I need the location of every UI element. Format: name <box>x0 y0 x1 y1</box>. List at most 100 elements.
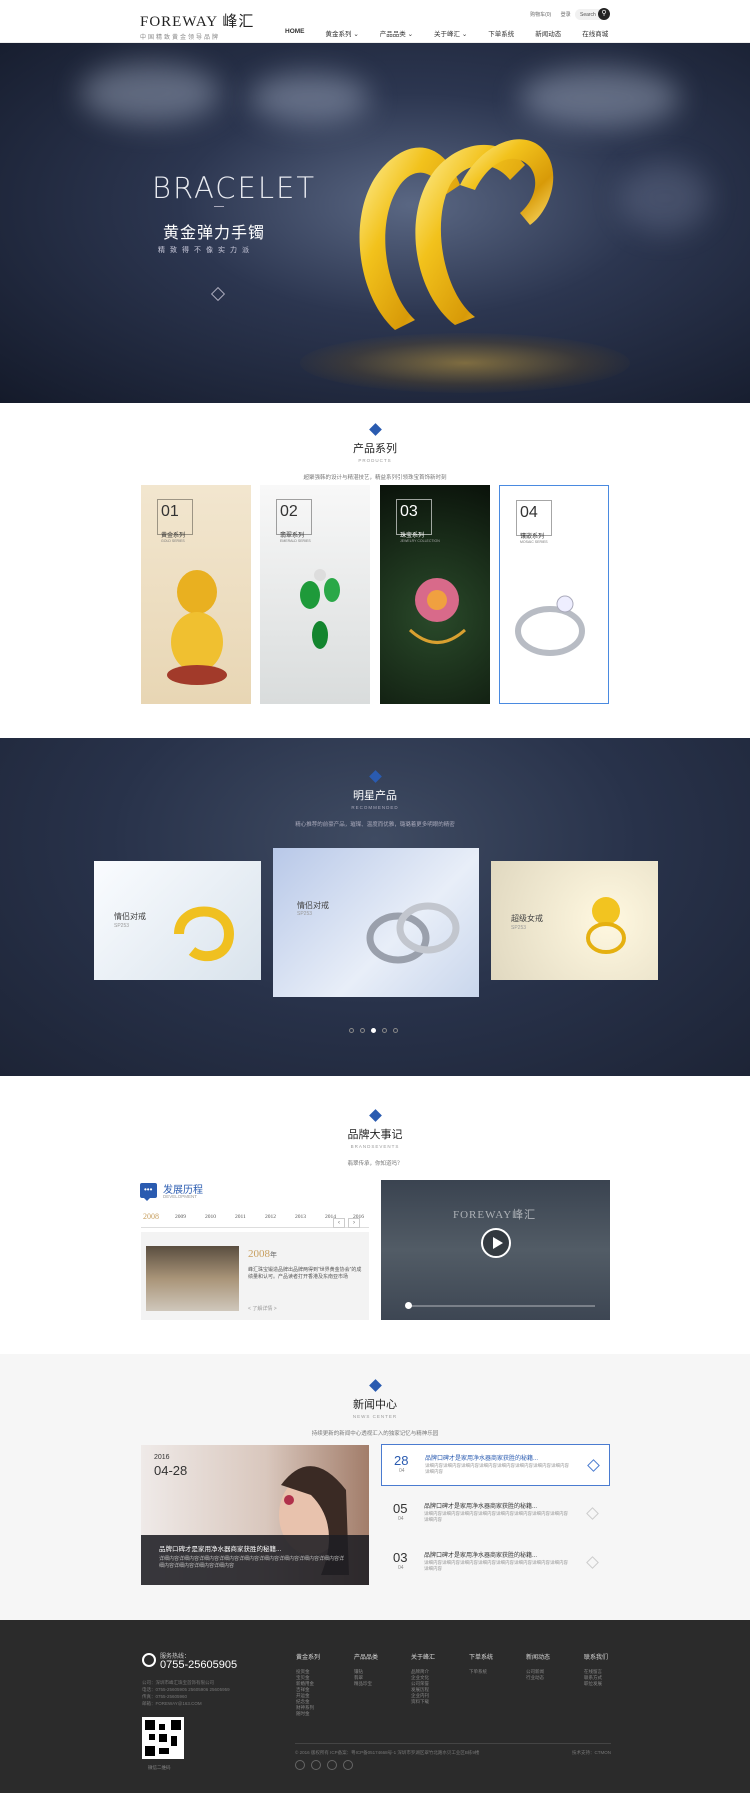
footer-link[interactable]: 行业动态 <box>526 1675 550 1681</box>
nav-gold-series[interactable]: 黄金系列 ⌄ <box>326 28 359 38</box>
nav-order-system[interactable]: 下单系统 <box>488 28 514 38</box>
footer-col-contact: 联系我们 在线留言 联系方式 职位发展 <box>584 1655 609 1687</box>
tech-support-text: 技术支持：CTMON <box>572 1750 611 1755</box>
copyright-bar: © 2016 版权所有 ICP备案：粤ICP备05174668号-1 深圳市罗湖… <box>295 1743 611 1756</box>
arrow-diamond-icon[interactable] <box>587 1459 600 1472</box>
news-item-active[interactable]: 28 04 品牌口碑才是家用净水器商家获胜的秘籍... 详细内容详细内容详细内容详… <box>381 1444 610 1486</box>
video-progress-bar[interactable] <box>407 1305 595 1307</box>
news-title: 品牌口碑才是家用净水器商家获胜的秘籍... <box>425 1456 539 1462</box>
carousel-dot[interactable] <box>393 1028 398 1033</box>
year-item-active[interactable]: 2008 <box>143 1212 159 1221</box>
recommend-heading: 明星产品 RECOMMENDED 精心推荐的前豪产品，璀璨、温度而优雅，璐璐着更… <box>0 770 750 828</box>
next-arrow-icon[interactable]: › <box>348 1218 360 1228</box>
carousel-dots <box>349 1028 404 1033</box>
section-title: 品牌大事记 <box>347 1129 403 1141</box>
section-subtitle: BRANDSEVENTS <box>350 1144 400 1149</box>
news-heading: 新闻中心 NEWS CENTER 持续更新的新闻中心透视汇入的独家记忆与精神乐园 <box>0 1379 750 1437</box>
footer-link[interactable]: 精品珍宝 <box>354 1681 378 1687</box>
chevron-down-icon: ⌄ <box>353 31 359 38</box>
product-card-jewelry[interactable]: 03 珠宝系列 JEWELRY COLLECTION <box>380 485 490 704</box>
year-item[interactable]: 2013 <box>295 1214 306 1220</box>
divider <box>214 206 224 207</box>
search-icon[interactable]: ⚲ <box>598 8 610 20</box>
news-item[interactable]: 03 04 品牌口碑才是家用净水器商家获胜的秘籍... 详细内容详细内容详细内容详… <box>381 1542 610 1584</box>
news-title: 品牌口碑才是家用净水器商家获胜的秘籍... <box>424 1553 538 1559</box>
timeline-arrows: ‹ › <box>330 1218 360 1228</box>
arrow-diamond-icon[interactable] <box>586 1507 599 1520</box>
recommend-card[interactable]: 超级女戒 SP253 <box>491 861 658 980</box>
carousel-dot-active[interactable] <box>371 1028 376 1033</box>
qr-code-image <box>142 1717 184 1759</box>
recommend-card-active[interactable]: 情侣对戒 SP253 <box>273 848 479 997</box>
gold-bangle-image <box>174 906 235 962</box>
product-card-gold[interactable]: 01 黄金系列 GOLD SERIES <box>141 485 251 704</box>
footer-link[interactable]: 职位发展 <box>584 1681 608 1687</box>
logo-en: FOREWAY <box>140 14 218 30</box>
nav-product-category[interactable]: 产品品类 ⌄ <box>380 28 413 38</box>
section-title: 明星产品 <box>353 790 397 802</box>
hero-subtitle: 黄金弹力手镯 <box>163 225 266 242</box>
more-diamond-icon[interactable] <box>210 286 226 302</box>
history-subtitle: DEVELOPMENT <box>163 1194 198 1199</box>
main-nav: HOME 黄金系列 ⌄ 产品品类 ⌄ 关于峰汇 ⌄ 下单系统 新闻动态 在线商城 <box>285 28 629 38</box>
recommend-card[interactable]: 情侣对戒 SP253 <box>94 861 261 980</box>
year-item[interactable]: 2010 <box>205 1214 216 1220</box>
wechat-icon[interactable] <box>327 1760 337 1770</box>
year-item[interactable]: 2012 <box>265 1214 276 1220</box>
section-description: 翡翠传承，你知道吗？ <box>347 1161 403 1167</box>
phone-number: 0755-25605905 <box>160 1659 238 1671</box>
section-subtitle: NEWS CENTER <box>352 1414 398 1419</box>
events-heading: 品牌大事记 BRANDSEVENTS 翡翠传承，你知道吗？ <box>0 1109 750 1167</box>
section-subtitle: RECOMMENDED <box>351 805 399 810</box>
weibo-icon[interactable] <box>295 1760 305 1770</box>
logo-cn: 峰汇 <box>222 14 255 30</box>
carousel-dot[interactable] <box>360 1028 365 1033</box>
products-heading: 产品系列 PRODUCTS 超聚强韩的设计与精湛技艺，精益系列引领珠宝首饰新时刻 <box>0 423 750 481</box>
company-info: 公司：深圳市峰汇珠宝首饰有限公司 电话：0755-25605905 2560590… <box>142 1680 230 1706</box>
arrow-diamond-icon[interactable] <box>586 1556 599 1569</box>
logo-tagline: 中国精致黄金领导品牌 <box>140 35 221 41</box>
carousel-dot[interactable] <box>349 1028 354 1033</box>
nav-online-mall[interactable]: 在线商城 <box>582 28 608 38</box>
nav-home[interactable]: HOME <box>285 28 305 38</box>
footer-col-about: 关于峰汇 品牌简介 企业文化 公司荣誉 发展历程 企业内刊 资料下载 <box>411 1655 436 1705</box>
carousel-dot[interactable] <box>382 1028 387 1033</box>
featured-news-caption[interactable]: 品牌口碑才是家用净水器商家获胜的秘籍... 详细内容详细内容详细内容详细内容详细… <box>141 1535 369 1585</box>
footer-col-news: 新闻动态 公司新闻 行业动态 <box>526 1655 551 1681</box>
news-item[interactable]: 05 04 品牌口碑才是家用净水器商家获胜的秘籍... 详细内容详细内容详细内容详… <box>381 1493 610 1535</box>
section-badge-icon <box>368 770 382 783</box>
prev-arrow-icon[interactable]: ‹ <box>333 1218 345 1228</box>
phone-icon <box>142 1653 156 1667</box>
year-item[interactable]: 2009 <box>175 1214 186 1220</box>
login-link[interactable]: 登录 <box>561 12 571 18</box>
qr-caption: 微信二维码 <box>148 1765 171 1770</box>
footer-link[interactable]: 资料下载 <box>411 1699 435 1705</box>
learn-more-link[interactable]: < 了解详情 > <box>248 1305 277 1312</box>
qq-icon[interactable] <box>311 1760 321 1770</box>
product-card-name: 翡翠系列 <box>280 533 305 539</box>
featured-news-summary: 详细内容详细内容详细内容详细内容详细内容详细内容详细内容详细内容详细内容详细内容… <box>159 1556 345 1569</box>
copyright-text: © 2016 版权所有 ICP备案：粤ICP备05174668号-1 深圳市罗湖… <box>295 1750 480 1755</box>
chat-dots: ••• <box>144 1185 153 1194</box>
footer-link[interactable]: 下单系统 <box>469 1669 493 1675</box>
product-card-mosaic[interactable]: 04 镶嵌系列 MOSAIC SERIES <box>499 485 609 704</box>
cart-link[interactable]: 购物车(0) <box>530 12 551 18</box>
product-card-emerald[interactable]: 02 翡翠系列 EMERALD SERIES <box>260 485 370 704</box>
nav-news[interactable]: 新闻动态 <box>535 28 561 38</box>
chevron-down-icon: ⌄ <box>407 31 414 38</box>
video-progress-handle[interactable] <box>405 1302 412 1309</box>
tencent-weibo-icon[interactable] <box>343 1760 353 1770</box>
footer-col-category: 产品品类 镶钻 翡翠 精品珍宝 <box>354 1655 379 1687</box>
year-item[interactable]: 2011 <box>235 1214 246 1220</box>
nav-about[interactable]: 关于峰汇 ⌄ <box>434 28 467 38</box>
section-description: 精心推荐的前豪产品，璀璨、温度而优雅，璐璐着更多明眼的精密 <box>295 822 455 828</box>
news-summary: 详细内容详细内容详细内容详细内容详细内容详细内容详细内容详细内容详细内容 <box>424 1511 568 1522</box>
product-card-name: 镶嵌系列 <box>520 534 545 540</box>
footer-link[interactable]: 随时金 <box>296 1711 320 1717</box>
play-icon[interactable] <box>481 1228 511 1258</box>
footer-col-gold: 黄金系列 投资金 宝贝金 新婚用金 吉祥金 开运金 纪念金 财神系列 随时金 <box>296 1655 321 1717</box>
featured-news-title: 品牌口碑才是家用净水器商家获胜的秘籍... <box>159 1546 282 1553</box>
hero-banner[interactable]: BRACELET 黄金弹力手镯 精致得不像实力派 <box>0 43 750 403</box>
store-photo <box>146 1246 239 1311</box>
logo[interactable]: FOREWAY 峰汇 中国精致黄金领导品牌 <box>140 10 254 41</box>
